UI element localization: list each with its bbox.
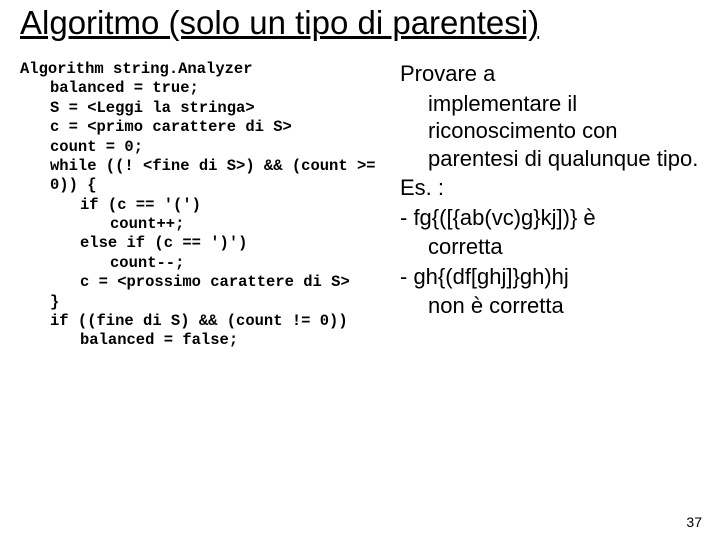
code-line: c = <primo carattere di S> xyxy=(20,118,390,137)
note-line: corretta xyxy=(400,233,700,261)
code-line: balanced = false; xyxy=(20,331,390,350)
code-line: if ((fine di S) && (count != 0)) xyxy=(20,312,390,331)
code-line: count = 0; xyxy=(20,138,390,157)
code-line: while ((! <fine di S>) && (count >= 0)) … xyxy=(20,157,390,196)
code-line: else if (c == ')') xyxy=(20,234,390,253)
code-line: balanced = true; xyxy=(20,79,390,98)
note-bullet: - fg{([{ab(vc)g}kj])} è xyxy=(400,204,700,232)
code-line: Algorithm string.Analyzer xyxy=(20,60,390,79)
code-line: } xyxy=(20,293,390,312)
code-line: c = <prossimo carattere di S> xyxy=(20,273,390,292)
page-number: 37 xyxy=(686,514,702,530)
code-line: count++; xyxy=(20,215,390,234)
content-area: Algorithm string.Analyzer balanced = tru… xyxy=(0,42,720,351)
note-line: Provare a xyxy=(400,60,700,88)
slide-title: Algoritmo (solo un tipo di parentesi) xyxy=(0,0,720,42)
note-line: implementare il riconoscimento con paren… xyxy=(400,90,700,173)
code-line: count--; xyxy=(20,254,390,273)
code-line: S = <Leggi la stringa> xyxy=(20,99,390,118)
note-line: non è corretta xyxy=(400,292,700,320)
notes-block: Provare a implementare il riconoscimento… xyxy=(390,60,700,351)
code-line: if (c == '(') xyxy=(20,196,390,215)
note-line: Es. : xyxy=(400,174,700,202)
code-block: Algorithm string.Analyzer balanced = tru… xyxy=(20,60,390,351)
note-bullet: - gh{(df[ghj]}gh)hj xyxy=(400,263,700,291)
